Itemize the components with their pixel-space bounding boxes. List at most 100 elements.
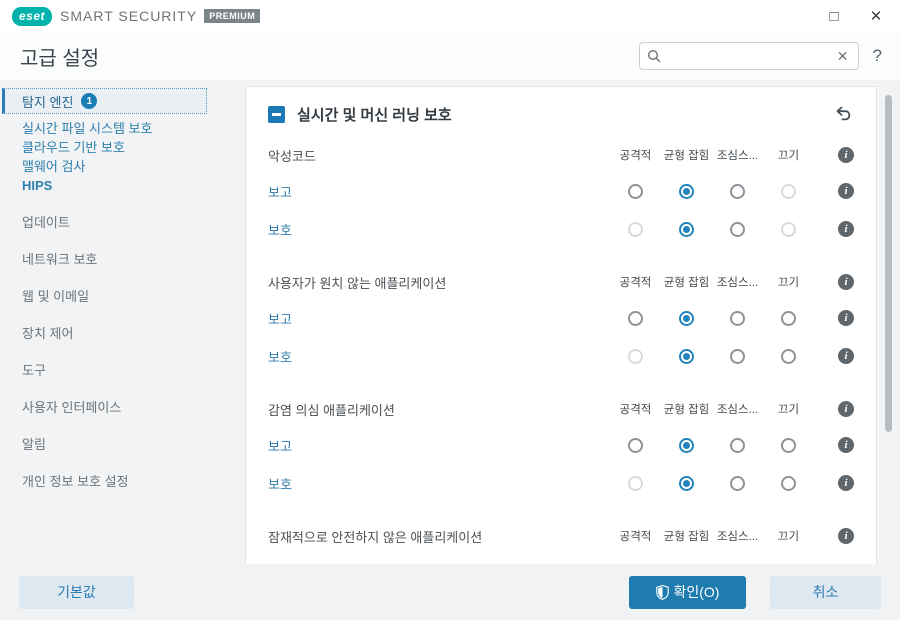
radio-on[interactable] xyxy=(679,349,694,364)
ok-button[interactable]: 확인(O) xyxy=(629,576,746,609)
setting-row: 보고i xyxy=(268,553,854,564)
column-header: 공격적 xyxy=(610,401,661,417)
column-header: 조심스... xyxy=(712,401,763,417)
radio-off[interactable] xyxy=(628,184,643,199)
premium-badge: PREMIUM xyxy=(204,9,260,23)
group-header-row: 사용자가 원치 않는 애플리케이션공격적균형 잡힘조심스...끄기i xyxy=(268,265,854,299)
info-icon[interactable]: i xyxy=(838,183,854,199)
revert-icon[interactable] xyxy=(832,103,854,125)
column-header: 끄기 xyxy=(763,274,814,290)
column-header: 균형 잡힘 xyxy=(661,274,712,290)
sidebar-item[interactable]: 사용자 인터페이스 xyxy=(0,398,245,417)
footer: 기본값 확인(O) 취소 xyxy=(0,564,900,620)
sidebar-item[interactable]: 장치 제어 xyxy=(0,324,245,343)
scrollbar-thumb[interactable] xyxy=(885,95,892,432)
column-header: 조심스... xyxy=(712,274,763,290)
sidebar-item[interactable]: 도구 xyxy=(0,361,245,380)
ok-button-label: 확인(O) xyxy=(674,582,720,602)
eset-advanced-setup-window: eset SMART SECURITY PREMIUM □ ✕ 고급 설정 ✕ … xyxy=(0,0,900,620)
sidebar-item[interactable]: 맬웨어 검사 xyxy=(0,157,245,176)
close-button[interactable]: ✕ xyxy=(862,3,890,29)
sidebar-item[interactable]: 네트워크 보호 xyxy=(0,250,245,269)
group-label: 잠재적으로 안전하지 않은 애플리케이션 xyxy=(268,527,610,546)
help-icon[interactable]: ? xyxy=(873,46,882,66)
section-title: 실시간 및 머신 러닝 보호 xyxy=(297,104,832,125)
collapse-icon[interactable] xyxy=(268,106,285,123)
info-icon[interactable]: i xyxy=(838,401,854,417)
group-label: 악성코드 xyxy=(268,146,610,165)
sidebar-item[interactable]: HIPS xyxy=(0,176,245,195)
setting-row-link[interactable]: 보고 xyxy=(268,439,292,455)
info-icon[interactable]: i xyxy=(838,348,854,364)
sidebar-item-selected[interactable]: 탐지 엔진 1 xyxy=(2,88,207,114)
window-controls: □ ✕ xyxy=(820,0,890,32)
column-header: 균형 잡힘 xyxy=(661,528,712,544)
sidebar-item[interactable]: 알림 xyxy=(0,435,245,454)
sidebar-item[interactable]: 업데이트 xyxy=(0,213,245,232)
radio-on[interactable] xyxy=(679,222,694,237)
info-icon[interactable]: i xyxy=(838,274,854,290)
sidebar-item-label: 탐지 엔진 xyxy=(22,92,73,111)
sidebar-item[interactable]: 클라우드 기반 보호 xyxy=(0,138,245,157)
radio-on[interactable] xyxy=(679,311,694,326)
column-header: 끄기 xyxy=(763,401,814,417)
search-clear-icon[interactable]: ✕ xyxy=(835,48,851,65)
sidebar-item[interactable]: 웹 및 이메일 xyxy=(0,287,245,306)
info-icon[interactable]: i xyxy=(838,528,854,544)
radio-off[interactable] xyxy=(781,311,796,326)
info-icon[interactable]: i xyxy=(838,221,854,237)
setting-row-link[interactable]: 보호 xyxy=(268,223,292,239)
column-header: 균형 잡힘 xyxy=(661,147,712,163)
radio-on[interactable] xyxy=(679,476,694,491)
info-icon[interactable]: i xyxy=(838,437,854,453)
setting-row: 보고 i xyxy=(268,426,854,464)
info-icon[interactable]: i xyxy=(838,147,854,163)
radio-off[interactable] xyxy=(781,476,796,491)
setting-group: 감염 의심 애플리케이션공격적균형 잡힘조심스...끄기i보고i보호i xyxy=(268,392,854,502)
radio-off[interactable] xyxy=(730,438,745,453)
setting-row: 보고 i xyxy=(268,172,854,210)
radio-off[interactable] xyxy=(781,349,796,364)
info-icon[interactable]: i xyxy=(838,310,854,326)
section-header: 실시간 및 머신 러닝 보호 xyxy=(268,100,854,128)
info-icon[interactable]: i xyxy=(838,475,854,491)
sidebar: 탐지 엔진 1 실시간 파일 시스템 보호클라우드 기반 보호맬웨어 검사HIPS 업… xyxy=(0,80,245,564)
radio-off[interactable] xyxy=(781,438,796,453)
setting-row-link[interactable]: 보고 xyxy=(268,185,292,201)
group-header-row: 잠재적으로 안전하지 않은 애플리케이션공격적균형 잡힘조심스...끄기i xyxy=(268,519,854,553)
column-header: 균형 잡힘 xyxy=(661,401,712,417)
setting-row-link[interactable]: 보고 xyxy=(268,312,292,328)
column-header: 끄기 xyxy=(763,528,814,544)
radio-off[interactable] xyxy=(730,311,745,326)
maximize-button[interactable]: □ xyxy=(820,3,848,29)
search-input[interactable] xyxy=(665,49,831,64)
radio-off[interactable] xyxy=(628,311,643,326)
radio-disabled xyxy=(628,476,643,491)
radio-on[interactable] xyxy=(679,184,694,199)
sidebar-item[interactable]: 개인 정보 보호 설정 xyxy=(0,472,245,491)
radio-off[interactable] xyxy=(628,438,643,453)
status-badge: 1 xyxy=(81,93,97,109)
radio-off[interactable] xyxy=(730,184,745,199)
setting-row: 보호 i xyxy=(268,210,854,248)
column-header: 조심스... xyxy=(712,147,763,163)
search-box: ✕ xyxy=(639,42,859,70)
radio-off[interactable] xyxy=(730,222,745,237)
setting-row-link[interactable]: 보호 xyxy=(268,477,292,493)
shield-icon xyxy=(656,585,669,600)
group-header-row: 감염 의심 애플리케이션공격적균형 잡힘조심스...끄기i xyxy=(268,392,854,426)
eset-logo: eset xyxy=(12,7,52,26)
radio-disabled xyxy=(781,184,796,199)
radio-off[interactable] xyxy=(730,476,745,491)
column-header: 끄기 xyxy=(763,147,814,163)
setting-row-link[interactable]: 보호 xyxy=(268,350,292,366)
cancel-button[interactable]: 취소 xyxy=(770,576,881,609)
setting-row: 보호 i xyxy=(268,337,854,375)
radio-on[interactable] xyxy=(679,438,694,453)
column-header: 공격적 xyxy=(610,147,661,163)
sidebar-item[interactable]: 실시간 파일 시스템 보호 xyxy=(0,119,245,138)
radio-off[interactable] xyxy=(730,349,745,364)
column-header: 공격적 xyxy=(610,528,661,544)
default-button[interactable]: 기본값 xyxy=(19,576,134,609)
titlebar: eset SMART SECURITY PREMIUM □ ✕ xyxy=(0,0,900,32)
